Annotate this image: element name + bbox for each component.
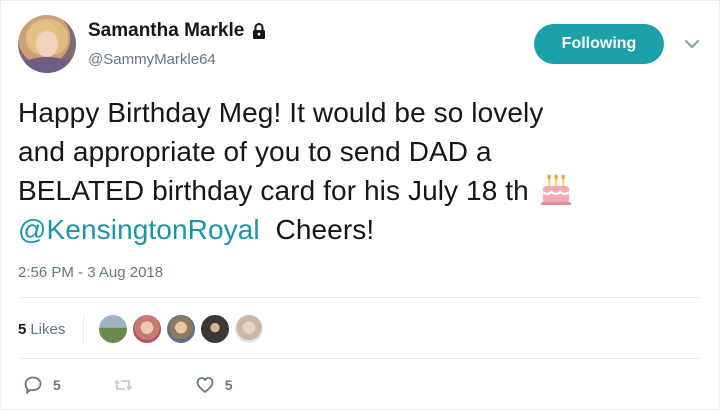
like-count: 5 bbox=[224, 377, 233, 393]
author-name-row: Samantha Markle bbox=[88, 20, 266, 42]
avatar-shoulder bbox=[20, 57, 74, 73]
liker-avatar[interactable] bbox=[234, 314, 265, 344]
liker-avatar[interactable] bbox=[98, 314, 129, 344]
mention-link[interactable]: @KensingtonRoyal bbox=[18, 214, 260, 245]
reply-count: 5 bbox=[53, 377, 61, 393]
following-button[interactable]: Following bbox=[534, 24, 664, 64]
avatar-face bbox=[36, 31, 58, 57]
likes-count[interactable]: 5 bbox=[18, 321, 26, 338]
tweet-text-line: @KensingtonRoyal Cheers! bbox=[18, 210, 698, 249]
like-button[interactable]: 5 bbox=[195, 375, 233, 395]
divider bbox=[18, 297, 702, 298]
tweet-text-line: and appropriate of you to send DAD a bbox=[18, 136, 492, 167]
heart-icon bbox=[196, 377, 214, 393]
tweet-text-line: BELATED birthday card for his July 18 th bbox=[18, 171, 698, 210]
avatar[interactable] bbox=[18, 15, 76, 73]
author-handle[interactable]: @SammyMarkle64 bbox=[88, 51, 216, 68]
liker-avatar[interactable] bbox=[200, 314, 231, 344]
likes-row: 5 Likes bbox=[18, 311, 268, 347]
reply-icon bbox=[24, 376, 42, 394]
author-display-name[interactable]: Samantha Markle bbox=[88, 20, 244, 42]
reply-button[interactable]: 5 bbox=[23, 375, 61, 395]
divider bbox=[83, 314, 85, 344]
tweet-text: Happy Birthday Meg! It would be so lovel… bbox=[18, 93, 698, 249]
timestamp[interactable]: 2:56 PM - 3 Aug 2018 bbox=[18, 264, 163, 281]
lock-icon bbox=[252, 23, 266, 39]
chevron-down-icon[interactable] bbox=[684, 37, 700, 49]
tweet-text-line-content: Cheers! bbox=[259, 214, 375, 245]
retweet-icon bbox=[113, 379, 132, 391]
tweet-text-line-content: BELATED birthday card for his July 18 th bbox=[18, 175, 529, 206]
tweet-text-line: Happy Birthday Meg! It would be so lovel… bbox=[18, 97, 544, 128]
birthday-cake-icon bbox=[539, 174, 573, 206]
tweet-card: Samantha Markle @SammyMarkle64 Following… bbox=[0, 0, 720, 410]
retweet-button[interactable] bbox=[113, 375, 143, 395]
liker-avatar[interactable] bbox=[132, 314, 163, 344]
liker-avatar[interactable] bbox=[166, 314, 197, 344]
tweet-actions: 5 5 bbox=[23, 373, 285, 397]
likes-label[interactable]: Likes bbox=[30, 321, 65, 338]
divider bbox=[18, 358, 702, 359]
